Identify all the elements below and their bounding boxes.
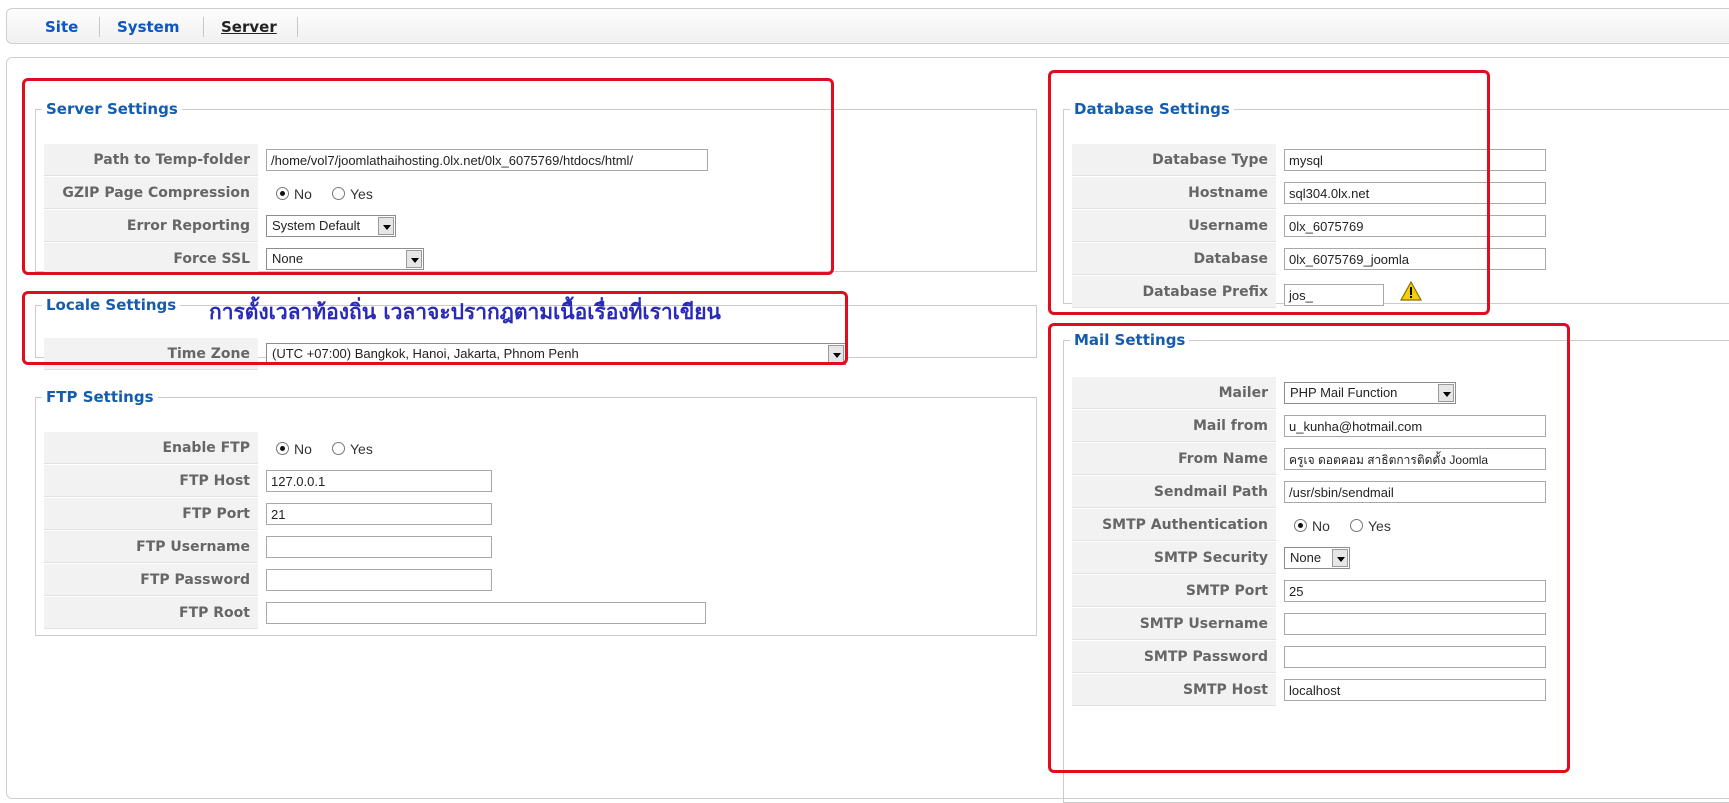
ftp-root-row: FTP Root [44, 597, 1028, 631]
highlight-locale-settings [22, 291, 848, 365]
ftp-username-label: FTP Username [44, 531, 258, 563]
ftp-root-input[interactable] [266, 602, 706, 624]
enable-ftp-yes-radio[interactable] [332, 442, 345, 455]
highlight-database-settings [1048, 70, 1490, 315]
ftp-root-label: FTP Root [44, 597, 258, 629]
ftp-port-row: FTP Port 21 [44, 498, 1028, 532]
enable-ftp-label: Enable FTP [44, 432, 258, 464]
enable-ftp-yes-label: Yes [350, 441, 373, 457]
ftp-settings-legend: FTP Settings [46, 388, 154, 406]
tab-divider [203, 17, 204, 37]
ftp-host-row: FTP Host 127.0.0.1 [44, 465, 1028, 499]
ftp-port-label: FTP Port [44, 498, 258, 530]
ftp-password-input[interactable] [266, 569, 492, 591]
highlight-server-settings [22, 78, 834, 275]
ftp-username-input[interactable] [266, 536, 492, 558]
enable-ftp-no-radio[interactable] [276, 442, 289, 455]
enable-ftp-row: Enable FTP No Yes [44, 432, 1028, 466]
ftp-username-row: FTP Username [44, 531, 1028, 565]
tab-divider [99, 17, 100, 37]
ftp-password-row: FTP Password [44, 564, 1028, 598]
ftp-host-label: FTP Host [44, 465, 258, 497]
ftp-host-input[interactable]: 127.0.0.1 [266, 470, 492, 492]
highlight-mail-settings [1048, 323, 1570, 773]
enable-ftp-no-label: No [294, 441, 312, 457]
tab-site[interactable]: Site [45, 9, 78, 43]
ftp-settings-fieldset: FTP Settings Enable FTP No Yes FTP Host … [35, 388, 1037, 636]
tab-divider [297, 17, 298, 37]
ftp-password-label: FTP Password [44, 564, 258, 596]
settings-tabbar: Site System Server [6, 8, 1729, 44]
tab-server[interactable]: Server [221, 9, 277, 43]
ftp-port-input[interactable]: 21 [266, 503, 492, 525]
tab-system[interactable]: System [117, 9, 179, 43]
